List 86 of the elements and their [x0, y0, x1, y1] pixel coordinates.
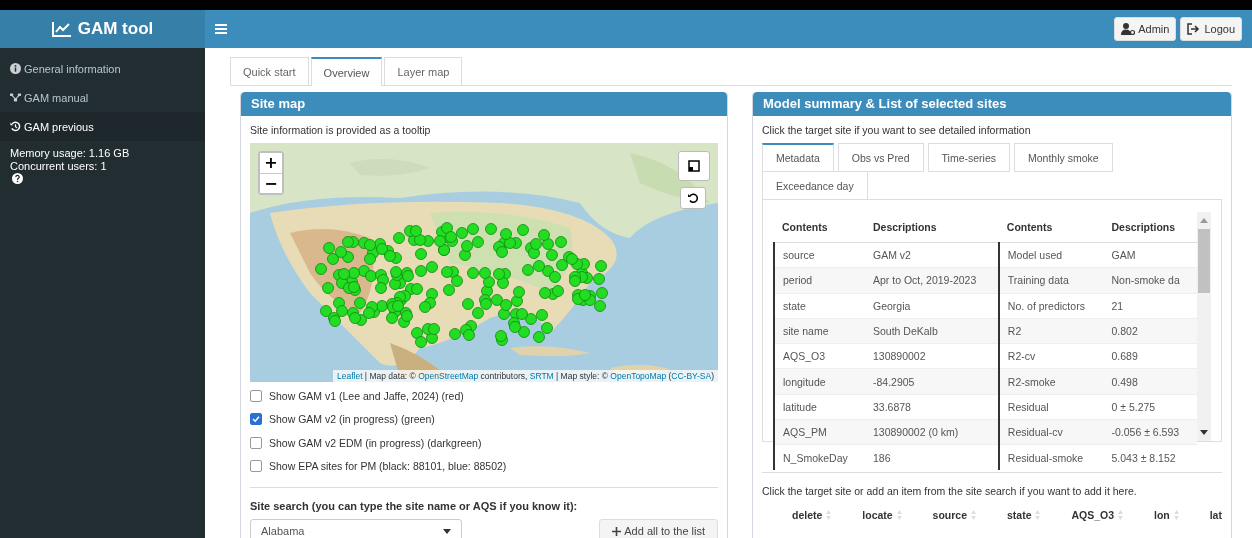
attribution-link[interactable]: SRTM: [529, 371, 554, 381]
checkbox-label: Show GAM v2 (in progress) (green): [269, 413, 435, 426]
caret-icon: [443, 528, 451, 534]
table-cell: period: [774, 267, 865, 294]
table-cell: 0.802: [1103, 318, 1198, 344]
column-header: Contents: [998, 212, 1104, 243]
table-cell: N_SmokeDay: [774, 444, 865, 470]
attribution-link[interactable]: Leaflet: [336, 371, 363, 381]
table-cell: Training data: [998, 267, 1104, 294]
add-all-button[interactable]: Add all to the list: [599, 519, 718, 538]
table-cell: Apr to Oct, 2019-2023: [865, 267, 999, 294]
tab[interactable]: Overview: [310, 57, 383, 86]
help-icon[interactable]: [12, 173, 23, 184]
tab[interactable]: Monthly smoke: [1014, 143, 1113, 172]
scrollbar[interactable]: [1197, 212, 1211, 441]
plus-icon: [612, 526, 622, 536]
scrollbar-thumb[interactable]: [1198, 229, 1211, 293]
table-cell: 5.043 ± 8.152: [1103, 444, 1198, 470]
column-header[interactable]: state: [1006, 509, 1032, 521]
checkbox-label: Show GAM v2 EDM (in progress) (darkgreen): [269, 436, 482, 449]
table-cell: 130890002 (0 km): [865, 419, 999, 445]
checkbox[interactable]: [250, 389, 262, 402]
tab[interactable]: Quick start: [230, 57, 309, 85]
table-cell: Non-smoke da: [1103, 267, 1198, 294]
table-cell: R2-smoke: [998, 369, 1104, 395]
table-cell: AQS_PM: [774, 419, 865, 445]
table-cell: longitude: [774, 369, 865, 395]
checkbox[interactable]: [250, 460, 262, 473]
table-cell: site name: [774, 318, 865, 344]
checkbox-label: Show GAM v1 (Lee and Jaffe, 2024) (red): [269, 389, 464, 402]
column-header[interactable]: delete: [792, 509, 823, 521]
admin-button[interactable]: Admin: [1114, 17, 1177, 41]
site-search-label: Site search (you can type the site name or AQS if you know it):: [250, 500, 579, 512]
column-header: Descriptions: [865, 212, 999, 243]
app-title: GAM tool: [77, 19, 154, 39]
info-icon: [10, 63, 21, 74]
history-icon: [10, 121, 21, 132]
zoom-out-button[interactable]: −: [260, 173, 282, 193]
line-chart-icon: [51, 21, 72, 37]
fullscreen-button[interactable]: [678, 151, 710, 181]
scroll-up-icon[interactable]: [1200, 218, 1209, 223]
attribution-link[interactable]: OpenTopoMap: [610, 371, 667, 381]
tab[interactable]: Layer map: [384, 57, 463, 85]
panel-subtitle: Click the target site if you want to see detailed information: [762, 124, 1032, 136]
reset-view-button[interactable]: [680, 187, 706, 209]
concurrent-users: Concurrent users: 1: [10, 160, 108, 173]
state-dropdown[interactable]: Alabama: [250, 519, 462, 538]
logout-button[interactable]: Logou: [1180, 17, 1242, 41]
tab[interactable]: Metadata: [762, 143, 834, 172]
checkbox-label: Show EPA sites for PM (black: 88101, blue: 88502): [269, 460, 507, 473]
checkbox[interactable]: [250, 413, 262, 426]
attribution-link[interactable]: OpenStreetMap: [418, 371, 479, 381]
table-cell: South DeKalb: [865, 318, 999, 344]
tab[interactable]: Time-series: [927, 143, 1010, 172]
scroll-down-icon[interactable]: [1200, 430, 1209, 435]
table-cell: R2: [998, 318, 1104, 344]
tab[interactable]: Obs vs Pred: [837, 143, 924, 172]
table-cell: -84.2905: [865, 369, 999, 395]
column-header[interactable]: lon: [1153, 509, 1170, 521]
menu-icon[interactable]: [215, 24, 227, 34]
table-cell: Residual-smoke: [998, 444, 1104, 470]
column-header[interactable]: AQS_O3: [1071, 509, 1115, 521]
network-icon: [10, 92, 21, 103]
sidebar-item[interactable]: GAM manual: [0, 83, 205, 112]
table-cell: 0.498: [1103, 369, 1198, 395]
fullscreen-icon: [688, 160, 700, 172]
user-gear-icon: [1121, 23, 1136, 35]
column-header[interactable]: source: [932, 509, 968, 521]
table-cell: Residual-cv: [998, 419, 1104, 445]
map-attribution: Leaflet | Map data: © OpenStreetMap contributors, SRTM | Map style: © OpenTopoMap (CC-BY-SA): [332, 370, 718, 382]
column-header[interactable]: locate: [862, 509, 893, 521]
memory-usage: Memory usage: 1.16 GB: [10, 147, 131, 160]
column-header[interactable]: lat: [1209, 509, 1222, 521]
tab[interactable]: Exceedance day: [762, 171, 868, 200]
sidebar-item[interactable]: General information: [0, 54, 205, 83]
map-subtitle: Site information is provided as a tooltip: [250, 124, 432, 136]
reset-icon: [687, 192, 699, 204]
panel-title: Site map: [241, 92, 727, 116]
list-hint: Click the target site or add an item from the site search if you want to add it here.: [762, 485, 1138, 497]
sidebar-item[interactable]: GAM previous: [0, 112, 205, 141]
column-header: Contents: [774, 212, 865, 243]
sign-out-icon: [1187, 23, 1202, 35]
table-cell: 186: [865, 444, 999, 470]
checkbox[interactable]: [250, 436, 262, 449]
panel-title: Model summary & List of selected sites: [753, 92, 1231, 116]
table-cell: -0.056 ± 6.593: [1103, 419, 1198, 445]
